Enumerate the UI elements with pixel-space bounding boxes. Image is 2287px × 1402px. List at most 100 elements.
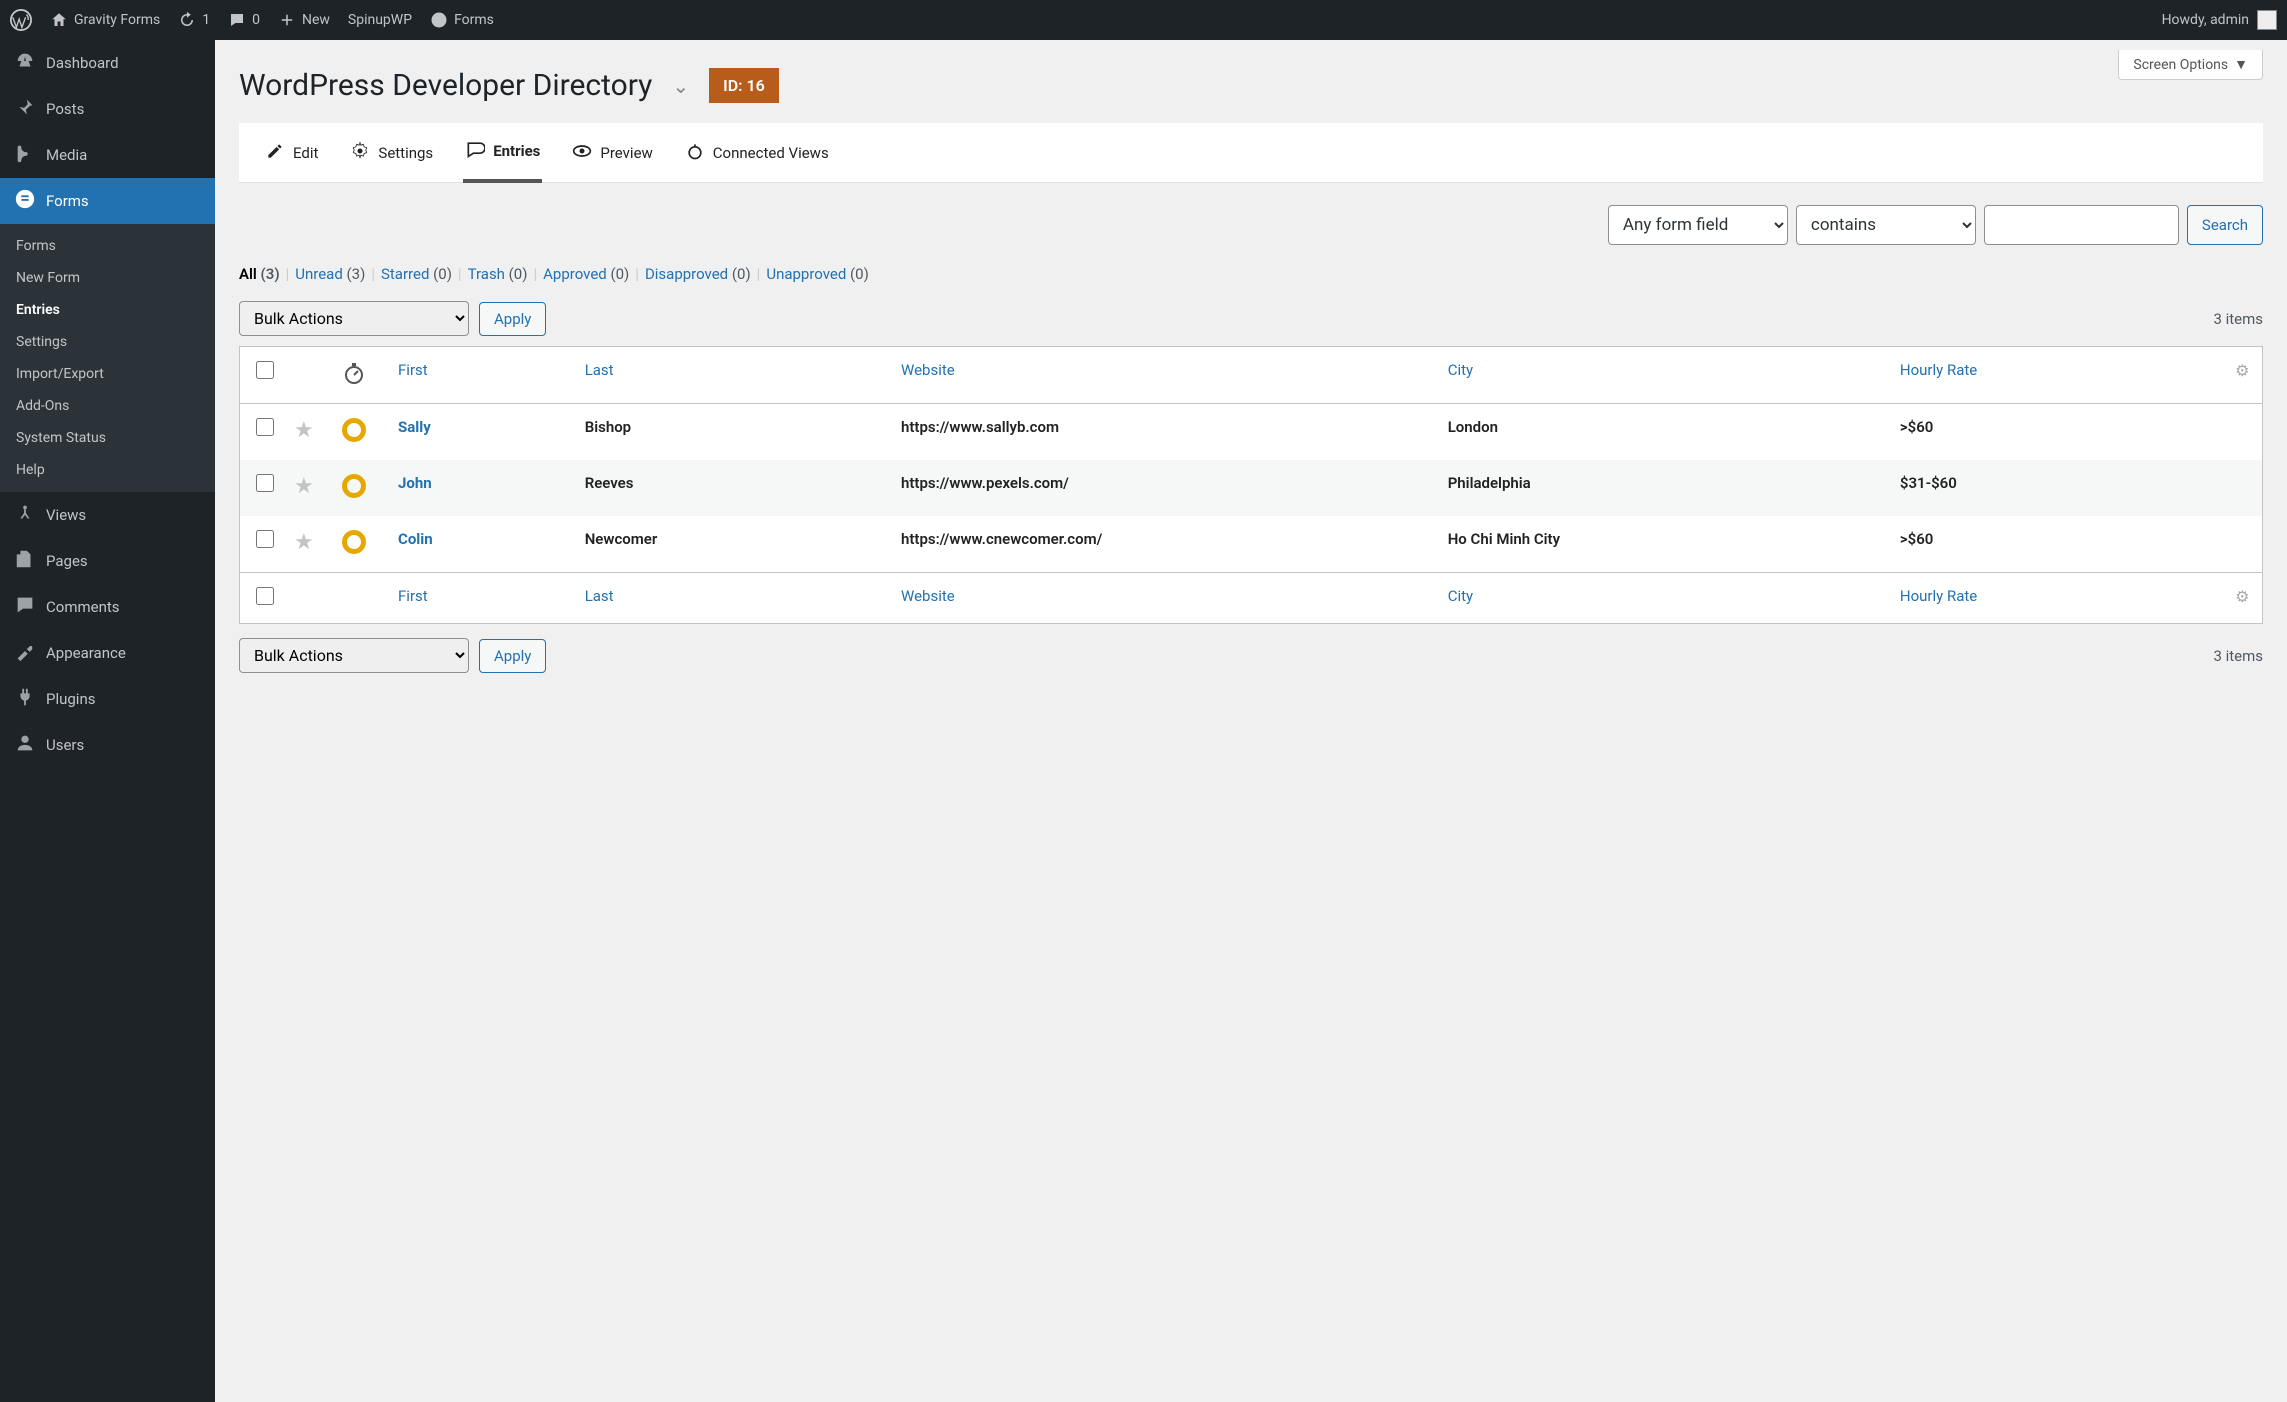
entry-first-link[interactable]: Sally	[398, 418, 431, 436]
sidebar-item-plugins[interactable]: Plugins	[0, 676, 215, 722]
search-button[interactable]: Search	[2187, 205, 2263, 245]
star-icon[interactable]: ★	[294, 418, 314, 443]
sidebar-item-views[interactable]: Views	[0, 492, 215, 538]
col-website[interactable]: Website	[901, 587, 955, 605]
col-city[interactable]: City	[1448, 587, 1473, 605]
forms-toolbar-link[interactable]: Forms	[430, 11, 494, 29]
forms-icon	[14, 188, 36, 214]
gear-icon[interactable]: ⚙	[2235, 361, 2249, 380]
apply-button-bottom[interactable]: Apply	[479, 639, 546, 673]
tab-preview[interactable]: Preview	[570, 123, 654, 182]
apply-button-top[interactable]: Apply	[479, 302, 546, 336]
col-last[interactable]: Last	[585, 587, 614, 605]
views-icon	[14, 502, 36, 528]
cell-rate: >$60	[1890, 404, 2223, 461]
col-first[interactable]: First	[398, 587, 428, 605]
sidebar-item-dashboard[interactable]: Dashboard	[0, 40, 215, 86]
col-last[interactable]: Last	[585, 361, 614, 379]
col-hourly-rate[interactable]: Hourly Rate	[1900, 587, 1977, 605]
tab-entries[interactable]: Entries	[463, 123, 542, 183]
sidebar-item-forms[interactable]: Forms	[0, 178, 215, 224]
sidebar-sub-help[interactable]: Help	[0, 454, 215, 486]
wp-logo[interactable]	[10, 9, 32, 31]
sidebar-sub-new-form[interactable]: New Form	[0, 262, 215, 294]
sidebar-sub-add-ons[interactable]: Add-Ons	[0, 390, 215, 422]
sidebar-item-label: Comments	[46, 598, 120, 616]
search-operator-select[interactable]: contains	[1796, 205, 1976, 245]
cell-last: Reeves	[575, 460, 891, 516]
cell-last: Bishop	[575, 404, 891, 461]
new-link[interactable]: New	[278, 11, 330, 29]
form-switcher-chevron[interactable]: ⌄	[672, 74, 689, 98]
filter-all[interactable]: All (3)	[239, 265, 280, 283]
search-input[interactable]	[1984, 205, 2179, 245]
tab-label: Entries	[493, 142, 540, 160]
col-website[interactable]: Website	[901, 361, 955, 379]
site-link[interactable]: Gravity Forms	[50, 11, 160, 29]
sidebar-sub-entries[interactable]: Entries	[0, 294, 215, 326]
sidebar-item-label: Forms	[46, 192, 89, 210]
settings-icon	[350, 141, 370, 165]
col-city[interactable]: City	[1448, 361, 1473, 379]
comments-icon	[14, 594, 36, 620]
sidebar-item-users[interactable]: Users	[0, 722, 215, 768]
page-title: WordPress Developer Directory	[239, 68, 652, 103]
tab-label: Edit	[293, 144, 318, 162]
row-checkbox[interactable]	[256, 530, 274, 548]
comments-link[interactable]: 0	[228, 11, 260, 29]
table-row: ★SallyBishophttps://www.sallyb.comLondon…	[240, 404, 2263, 461]
filter-disapproved[interactable]: Disapproved (0)	[645, 265, 751, 283]
filter-unread[interactable]: Unread (3)	[295, 265, 365, 283]
tab-connected-views[interactable]: Connected Views	[683, 123, 831, 182]
approval-status-icon[interactable]	[342, 530, 366, 554]
row-checkbox[interactable]	[256, 418, 274, 436]
sidebar-sub-system-status[interactable]: System Status	[0, 422, 215, 454]
spinup-link[interactable]: SpinupWP	[348, 12, 412, 28]
table-row: ★JohnReeveshttps://www.pexels.com/Philad…	[240, 460, 2263, 516]
entry-filters: All (3)|Unread (3)|Starred (0)|Trash (0)…	[239, 261, 2263, 297]
tab-label: Settings	[378, 144, 433, 162]
star-icon[interactable]: ★	[294, 530, 314, 555]
select-all-checkbox[interactable]	[256, 587, 274, 605]
sidebar-sub-import-export[interactable]: Import/Export	[0, 358, 215, 390]
tab-label: Connected Views	[713, 144, 829, 162]
sidebar-item-label: Plugins	[46, 690, 95, 708]
sidebar-item-pages[interactable]: Pages	[0, 538, 215, 584]
sidebar-sub-settings[interactable]: Settings	[0, 326, 215, 358]
filter-starred[interactable]: Starred (0)	[381, 265, 452, 283]
star-icon[interactable]: ★	[294, 474, 314, 499]
cell-city: Ho Chi Minh City	[1438, 516, 1890, 573]
bulk-actions-select-bottom[interactable]: Bulk Actions	[239, 638, 469, 673]
col-first[interactable]: First	[398, 361, 428, 379]
bulk-actions-select-top[interactable]: Bulk Actions	[239, 301, 469, 336]
filter-trash[interactable]: Trash (0)	[468, 265, 528, 283]
entry-first-link[interactable]: Colin	[398, 530, 433, 548]
select-all-checkbox[interactable]	[256, 361, 274, 379]
tab-settings[interactable]: Settings	[348, 123, 435, 182]
entries-table: First Last Website City Hourly Rate ⚙ ★ Sally B…	[239, 346, 2263, 624]
approval-status-icon[interactable]	[342, 418, 366, 442]
sidebar-item-media[interactable]: Media	[0, 132, 215, 178]
avatar[interactable]	[2257, 10, 2277, 30]
filter-unapproved[interactable]: Unapproved (0)	[766, 265, 869, 283]
sidebar-item-label: Media	[46, 146, 87, 164]
tab-edit[interactable]: Edit	[263, 123, 320, 182]
screen-options-button[interactable]: Screen Options▼	[2118, 50, 2263, 80]
pages-icon	[14, 548, 36, 574]
sidebar-item-appearance[interactable]: Appearance	[0, 630, 215, 676]
account-link[interactable]: Howdy, admin	[2162, 12, 2249, 28]
updates-link[interactable]: 1	[178, 11, 210, 29]
sidebar-item-posts[interactable]: Posts	[0, 86, 215, 132]
cell-website: https://www.sallyb.com	[891, 404, 1438, 461]
approval-status-icon[interactable]	[342, 474, 366, 498]
col-hourly-rate[interactable]: Hourly Rate	[1900, 361, 1977, 379]
filter-approved[interactable]: Approved (0)	[543, 265, 629, 283]
search-field-select[interactable]: Any form field	[1608, 205, 1788, 245]
entry-first-link[interactable]: John	[398, 474, 432, 492]
cell-website: https://www.pexels.com/	[891, 460, 1438, 516]
stopwatch-icon	[342, 371, 366, 389]
gear-icon[interactable]: ⚙	[2235, 587, 2249, 606]
row-checkbox[interactable]	[256, 474, 274, 492]
sidebar-item-comments[interactable]: Comments	[0, 584, 215, 630]
sidebar-sub-forms[interactable]: Forms	[0, 230, 215, 262]
